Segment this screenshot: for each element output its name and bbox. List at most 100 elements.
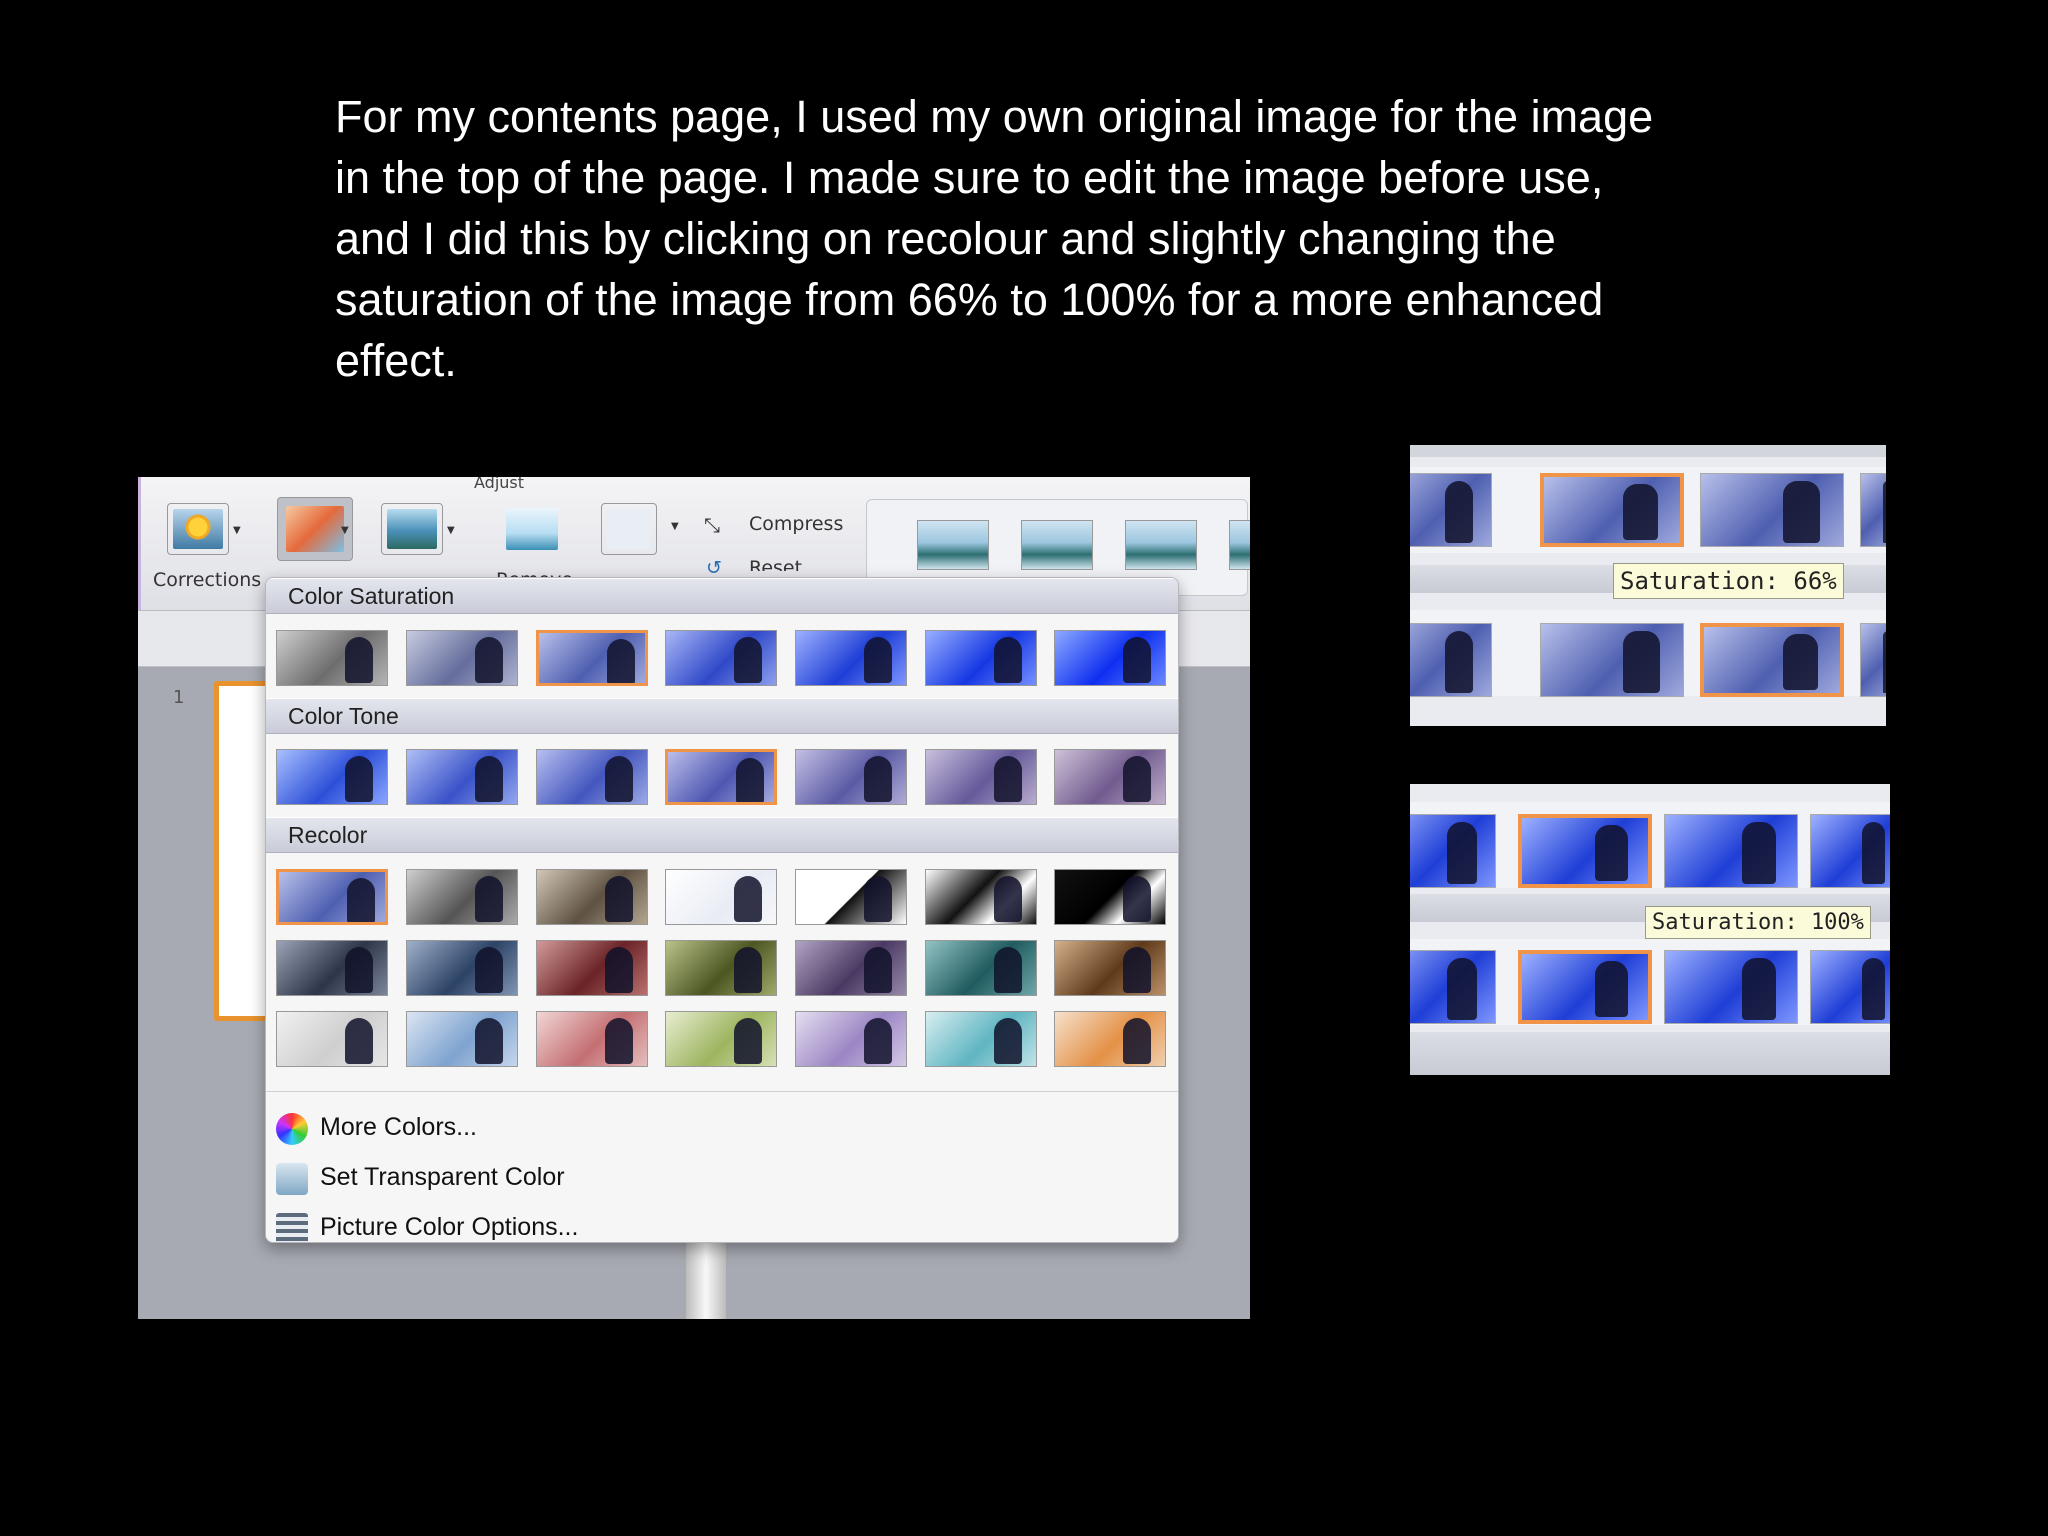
color-variant-thumbnail[interactable] xyxy=(1410,950,1496,1024)
menu-divider xyxy=(266,1091,1178,1092)
section-title: Color Tone xyxy=(288,703,399,729)
scrollbar[interactable] xyxy=(686,1239,726,1319)
picture-style-thumb[interactable] xyxy=(1125,520,1197,570)
compress-label[interactable]: Compress xyxy=(749,513,843,535)
powerpoint-screenshot: Adjust ▼ Corrections ▼ ▼ Remove ▼ ⤡ xyxy=(138,477,1250,1319)
more-colors-item[interactable]: More Colors... xyxy=(276,1109,876,1149)
picture-color-options-item[interactable]: Picture Color Options... xyxy=(276,1209,876,1242)
color-variant-thumbnail[interactable] xyxy=(276,869,388,925)
color-variant-thumbnail[interactable] xyxy=(536,869,648,925)
color-variant-thumbnail[interactable] xyxy=(406,869,518,925)
color-variant-thumbnail[interactable] xyxy=(276,1011,388,1067)
chevron-down-icon[interactable]: ▼ xyxy=(233,525,241,536)
reset-label[interactable]: Reset xyxy=(749,557,802,571)
chevron-down-icon[interactable]: ▼ xyxy=(671,521,679,532)
color-variant-thumbnail[interactable] xyxy=(1700,473,1844,547)
person-silhouette xyxy=(475,1018,503,1064)
color-variant-thumbnail[interactable] xyxy=(1054,1011,1166,1067)
person-silhouette xyxy=(1595,824,1628,882)
color-variant-thumbnail[interactable] xyxy=(406,749,518,805)
color-variant-thumbnail[interactable] xyxy=(925,749,1037,805)
person-silhouette xyxy=(734,876,762,922)
color-variant-thumbnail[interactable] xyxy=(1540,473,1684,547)
corrections-button[interactable] xyxy=(167,503,229,555)
color-variant-thumbnail[interactable] xyxy=(665,1011,777,1067)
color-variant-thumbnail[interactable] xyxy=(1860,623,1886,697)
person-silhouette xyxy=(605,876,633,922)
menu-item-label: Picture Color Options... xyxy=(320,1213,579,1241)
compress-icon: ⤡ xyxy=(704,513,720,537)
artistic-effects-icon xyxy=(387,509,437,549)
color-variant-thumbnail[interactable] xyxy=(1810,814,1890,888)
person-silhouette xyxy=(1123,1018,1151,1064)
color-variant-thumbnail[interactable] xyxy=(1410,623,1492,697)
caption-text: For my contents page, I used my own orig… xyxy=(335,86,1755,391)
color-variant-thumbnail[interactable] xyxy=(1410,814,1496,888)
artistic-effects-button[interactable] xyxy=(381,503,443,555)
color-variant-thumbnail[interactable] xyxy=(276,940,388,996)
color-variant-thumbnail[interactable] xyxy=(276,630,388,686)
color-variant-thumbnail[interactable] xyxy=(665,869,777,925)
color-variant-thumbnail[interactable] xyxy=(1700,623,1844,697)
color-dropdown-menu: Color Saturation Color Tone Recolor More… xyxy=(265,577,1179,1243)
color-variant-thumbnail[interactable] xyxy=(406,940,518,996)
color-variant-thumbnail[interactable] xyxy=(795,940,907,996)
color-variant-thumbnail[interactable] xyxy=(1410,473,1492,547)
picture-style-thumb[interactable] xyxy=(917,520,989,570)
person-silhouette xyxy=(1623,631,1661,694)
color-variant-thumbnail[interactable] xyxy=(1054,940,1166,996)
set-transparent-color-item[interactable]: Set Transparent Color xyxy=(276,1159,876,1199)
color-variant-thumbnail[interactable] xyxy=(536,749,648,805)
color-variant-thumbnail[interactable] xyxy=(795,1011,907,1067)
recolor-icon xyxy=(286,506,344,552)
color-variant-thumbnail[interactable] xyxy=(1664,814,1798,888)
color-variant-thumbnail[interactable] xyxy=(925,630,1037,686)
color-variant-thumbnail[interactable] xyxy=(1860,473,1886,547)
color-variant-thumbnail[interactable] xyxy=(925,940,1037,996)
color-variant-thumbnail[interactable] xyxy=(925,1011,1037,1067)
color-variant-thumbnail[interactable] xyxy=(406,1011,518,1067)
color-variant-thumbnail[interactable] xyxy=(536,630,648,686)
person-silhouette xyxy=(475,756,503,802)
color-variant-thumbnail[interactable] xyxy=(795,630,907,686)
chevron-down-icon[interactable]: ▼ xyxy=(341,525,349,536)
color-variant-thumbnail[interactable] xyxy=(406,630,518,686)
color-variant-thumbnail[interactable] xyxy=(1540,623,1684,697)
person-silhouette xyxy=(736,758,764,802)
picture-style-thumb[interactable] xyxy=(1021,520,1093,570)
picture-style-thumb[interactable] xyxy=(1229,520,1250,570)
slide-number: 1 xyxy=(173,687,185,708)
color-variant-thumbnail[interactable] xyxy=(536,1011,648,1067)
color-variant-thumbnail[interactable] xyxy=(1810,950,1890,1024)
color-saturation-row xyxy=(276,630,1176,690)
color-variant-thumbnail[interactable] xyxy=(665,940,777,996)
color-variant-thumbnail[interactable] xyxy=(1054,869,1166,925)
color-variant-thumbnail[interactable] xyxy=(795,869,907,925)
person-silhouette xyxy=(1741,822,1776,885)
color-variant-thumbnail[interactable] xyxy=(1664,950,1798,1024)
person-silhouette xyxy=(345,637,373,683)
caption-line: in the top of the page. I made sure to e… xyxy=(335,152,1604,203)
person-silhouette xyxy=(1862,958,1885,1021)
person-silhouette xyxy=(734,1018,762,1064)
color-variant-thumbnail[interactable] xyxy=(276,749,388,805)
person-silhouette xyxy=(1123,637,1151,683)
section-title: Recolor xyxy=(288,822,368,848)
color-variant-thumbnail[interactable] xyxy=(925,869,1037,925)
person-silhouette xyxy=(1741,958,1776,1021)
transparent-color-icon xyxy=(276,1163,308,1195)
crop-button[interactable] xyxy=(601,503,657,555)
color-variant-thumbnail[interactable] xyxy=(1054,630,1166,686)
color-variant-thumbnail[interactable] xyxy=(795,749,907,805)
color-variant-thumbnail[interactable] xyxy=(1518,950,1652,1024)
remove-background-button[interactable] xyxy=(501,503,563,555)
color-variant-thumbnail[interactable] xyxy=(665,630,777,686)
person-silhouette xyxy=(607,639,635,683)
menu-item-label: Set Transparent Color xyxy=(320,1163,565,1191)
color-variant-thumbnail[interactable] xyxy=(1518,814,1652,888)
chevron-down-icon[interactable]: ▼ xyxy=(447,525,455,536)
color-variant-thumbnail[interactable] xyxy=(665,749,777,805)
person-silhouette xyxy=(347,878,375,922)
color-variant-thumbnail[interactable] xyxy=(1054,749,1166,805)
color-variant-thumbnail[interactable] xyxy=(536,940,648,996)
